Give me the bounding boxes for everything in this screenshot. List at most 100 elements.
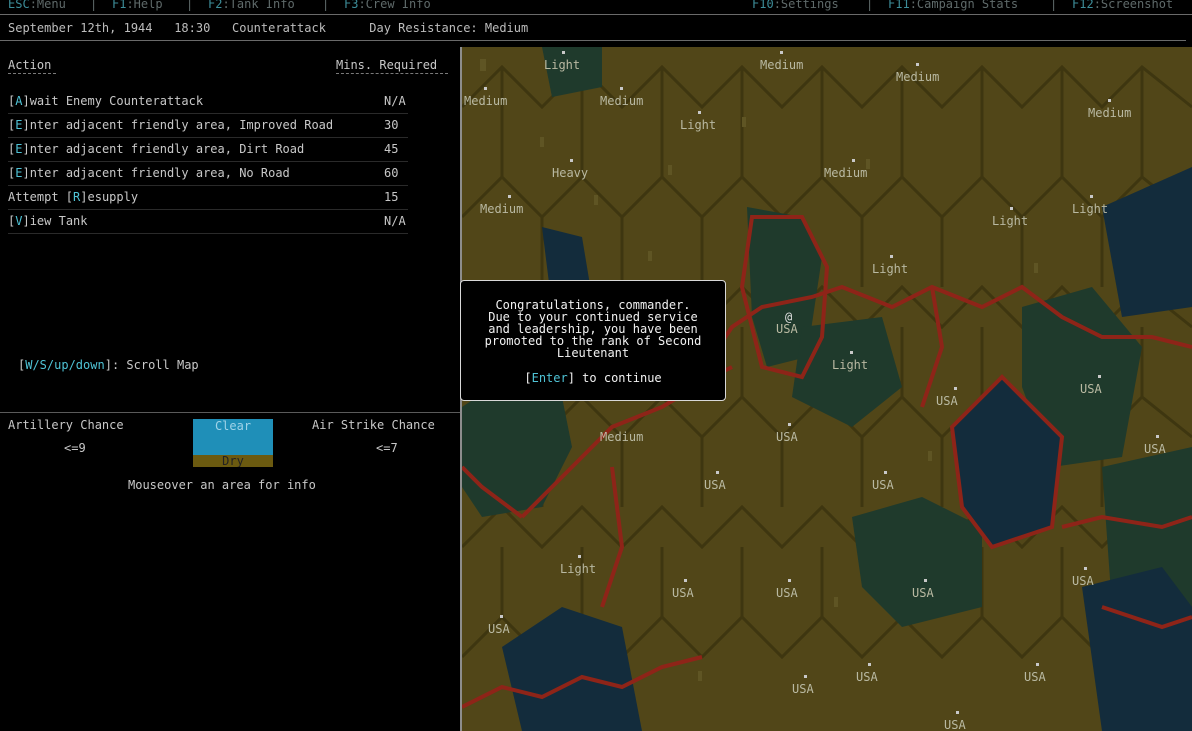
area-center-dot: [788, 423, 791, 426]
command-separator: |: [1050, 0, 1058, 11]
scroll-map-hint[interactable]: [W/S/up/down]: Scroll Map: [18, 358, 199, 372]
map-area-label: Medium: [824, 166, 868, 180]
action-mins: 45: [384, 142, 399, 156]
map-area-label: Medium: [600, 430, 644, 444]
screenshot-label: :Screenshot: [1093, 0, 1174, 11]
weather-ground: Dry: [193, 455, 273, 467]
area-center-dot: [1084, 567, 1087, 570]
map-area-label: USA: [936, 394, 958, 408]
map-area-label: Heavy: [552, 166, 589, 180]
time-text: 18:30: [174, 21, 211, 35]
mins-column-header: Mins. Required: [336, 58, 438, 72]
air-strike-chance-label: Air Strike Chance: [312, 418, 435, 432]
map-area-label: USA: [1144, 442, 1166, 456]
map-area-label: Light: [832, 358, 869, 372]
map-area-label: USA: [1072, 574, 1094, 588]
area-center-dot: [850, 351, 853, 354]
action-view-tank[interactable]: [V]iew Tank N/A: [8, 209, 408, 234]
settings-label: :Settings: [773, 0, 839, 11]
area-center-dot: [956, 711, 959, 714]
map-area-label: Medium: [480, 202, 524, 216]
area-center-dot: [1098, 375, 1101, 378]
area-center-dot: [890, 255, 893, 258]
status-divider: [0, 40, 1186, 41]
area-center-dot: [852, 159, 855, 162]
tank-info-command[interactable]: F2:Tank Info: [208, 0, 295, 11]
map-area-label: USA: [1080, 382, 1102, 396]
map-area-label: USA: [704, 478, 726, 492]
weather-panel: Clear Dry: [193, 419, 273, 467]
settings-command[interactable]: F10:Settings: [752, 0, 839, 11]
mouseover-hint: Mouseover an area for info: [128, 478, 316, 492]
continue-bracket: [: [524, 371, 532, 385]
action-attempt-resupply[interactable]: Attempt [R]esupply 15: [8, 185, 408, 210]
area-center-dot: [954, 387, 957, 390]
map-area-label: USA: [672, 586, 694, 600]
action-mins: 30: [384, 118, 399, 132]
menu-command[interactable]: ESC:Menu: [8, 0, 66, 11]
command-bar: ESC:Menu | F1:Help | F2:Tank Info | F3:C…: [0, 0, 1192, 12]
map-area-label: USA: [944, 718, 966, 731]
map-area-label: USA: [776, 322, 798, 336]
status-line: September 12th, 1944 18:30 Counterattack…: [8, 21, 528, 35]
campaign-stats-label: :Campaign Stats: [909, 0, 1019, 11]
crew-info-label: :Crew Info: [358, 0, 431, 11]
area-center-dot: [1090, 195, 1093, 198]
map-area-label: Light: [1072, 202, 1109, 216]
action-mins: N/A: [384, 214, 406, 228]
air-strike-chance-value: <=7: [376, 441, 398, 455]
map-area-label: Light: [680, 118, 717, 132]
menu-key: ESC: [8, 0, 30, 11]
tank-info-label: :Tank Info: [222, 0, 295, 11]
area-center-dot: [570, 159, 573, 162]
area-center-dot: [684, 579, 687, 582]
map-area-label: USA: [912, 586, 934, 600]
action-enter-improved-road[interactable]: [E]nter adjacent friendly area, Improved…: [8, 113, 408, 138]
area-center-dot: [1010, 207, 1013, 210]
map-area-label: USA: [488, 622, 510, 636]
screenshot-command[interactable]: F12:Screenshot: [1072, 0, 1173, 11]
action-await-counterattack[interactable]: [A]wait Enemy Counterattack N/A: [8, 89, 408, 114]
area-center-dot: [1156, 435, 1159, 438]
campaign-stats-command[interactable]: F11:Campaign Stats: [888, 0, 1018, 11]
map-area-label: USA: [856, 670, 878, 684]
map-area-label: Medium: [1088, 106, 1132, 120]
crew-info-command[interactable]: F3:Crew Info: [344, 0, 431, 11]
map-area-label: Light: [872, 262, 909, 276]
campaign-stats-key: F11: [888, 0, 910, 11]
area-center-dot: [780, 51, 783, 54]
enter-key: Enter: [531, 371, 568, 385]
promotion-dialog: Congratulations, commander. Due to your …: [460, 280, 726, 401]
weather-sky: Clear: [214, 419, 252, 433]
area-center-dot: [1036, 663, 1039, 666]
map-area-label: Medium: [760, 58, 804, 72]
area-center-dot: [916, 63, 919, 66]
action-enter-dirt-road[interactable]: [E]nter adjacent friendly area, Dirt Roa…: [8, 137, 408, 162]
command-separator: |: [866, 0, 874, 11]
action-column-header: Action: [8, 58, 52, 72]
area-center-dot: [562, 51, 565, 54]
map-area-label: Medium: [464, 94, 508, 108]
action-label: ]wait Enemy Counterattack: [22, 94, 204, 108]
help-command[interactable]: F1:Help: [112, 0, 163, 11]
resistance-text: Day Resistance: Medium: [369, 21, 529, 35]
action-label: ]nter adjacent friendly area, Dirt Road: [22, 142, 305, 156]
map-area-label: USA: [776, 430, 798, 444]
scroll-hint-label: ]: Scroll Map: [104, 358, 199, 372]
action-header-underline: [8, 73, 56, 74]
action-mins: 15: [384, 190, 399, 204]
action-label: ]esupply: [80, 190, 139, 204]
date-text: September 12th, 1944: [8, 21, 153, 35]
map-area-label: Medium: [896, 70, 940, 84]
promotion-message: Congratulations, commander. Due to your …: [484, 298, 702, 360]
action-enter-no-road[interactable]: [E]nter adjacent friendly area, No Road …: [8, 161, 408, 186]
top-divider: [0, 14, 1192, 15]
player-tank-marker[interactable]: @: [785, 310, 792, 324]
map-area-label: USA: [776, 586, 798, 600]
mission-text: Counterattack: [232, 21, 326, 35]
area-center-dot: [804, 675, 807, 678]
artillery-chance-value: <=9: [64, 441, 86, 455]
area-center-dot: [578, 555, 581, 558]
continue-prompt[interactable]: [Enter] to continue: [461, 371, 725, 385]
help-label: :Help: [126, 0, 163, 11]
